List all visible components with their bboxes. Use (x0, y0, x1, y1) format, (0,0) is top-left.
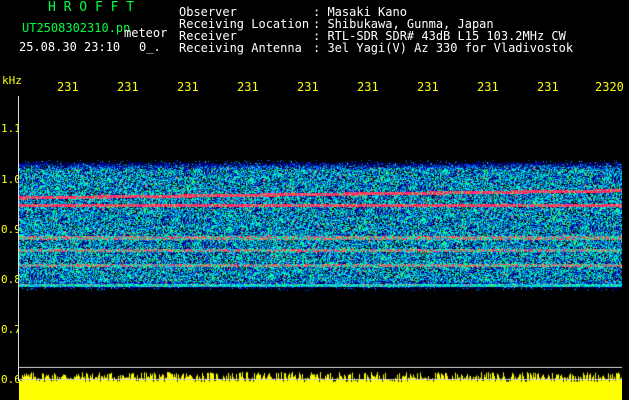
signal-level-bar (19, 370, 622, 400)
x-tick-label: 2320 (595, 80, 624, 94)
x-tick-label: 231 (297, 80, 319, 94)
file-extra: 0_. (139, 40, 161, 54)
y-axis-unit-label: kHz (2, 74, 22, 87)
file-name: UT2508302310.pn (22, 21, 131, 35)
info-label-antenna: Receiving Antenna (179, 41, 302, 55)
file-mode: meteor (124, 26, 168, 40)
x-tick-label: 231 (537, 80, 559, 94)
brand-title: H R O F F T (48, 0, 135, 15)
x-tick-label: 231 (417, 80, 439, 94)
x-tick-label: 231 (117, 80, 139, 94)
x-tick-label: 231 (357, 80, 379, 94)
spectrogram-heatmap (19, 96, 622, 368)
x-tick-label: 231 (477, 80, 499, 94)
x-tick-label: 231 (177, 80, 199, 94)
file-datetime: 25.08.30 23:10 (19, 40, 121, 54)
x-tick-label: 231 (57, 80, 79, 94)
info-value-antenna: : 3el Yagi(V) Az 330 for Vladivostok (313, 41, 574, 55)
x-tick-label: 231 (237, 80, 259, 94)
